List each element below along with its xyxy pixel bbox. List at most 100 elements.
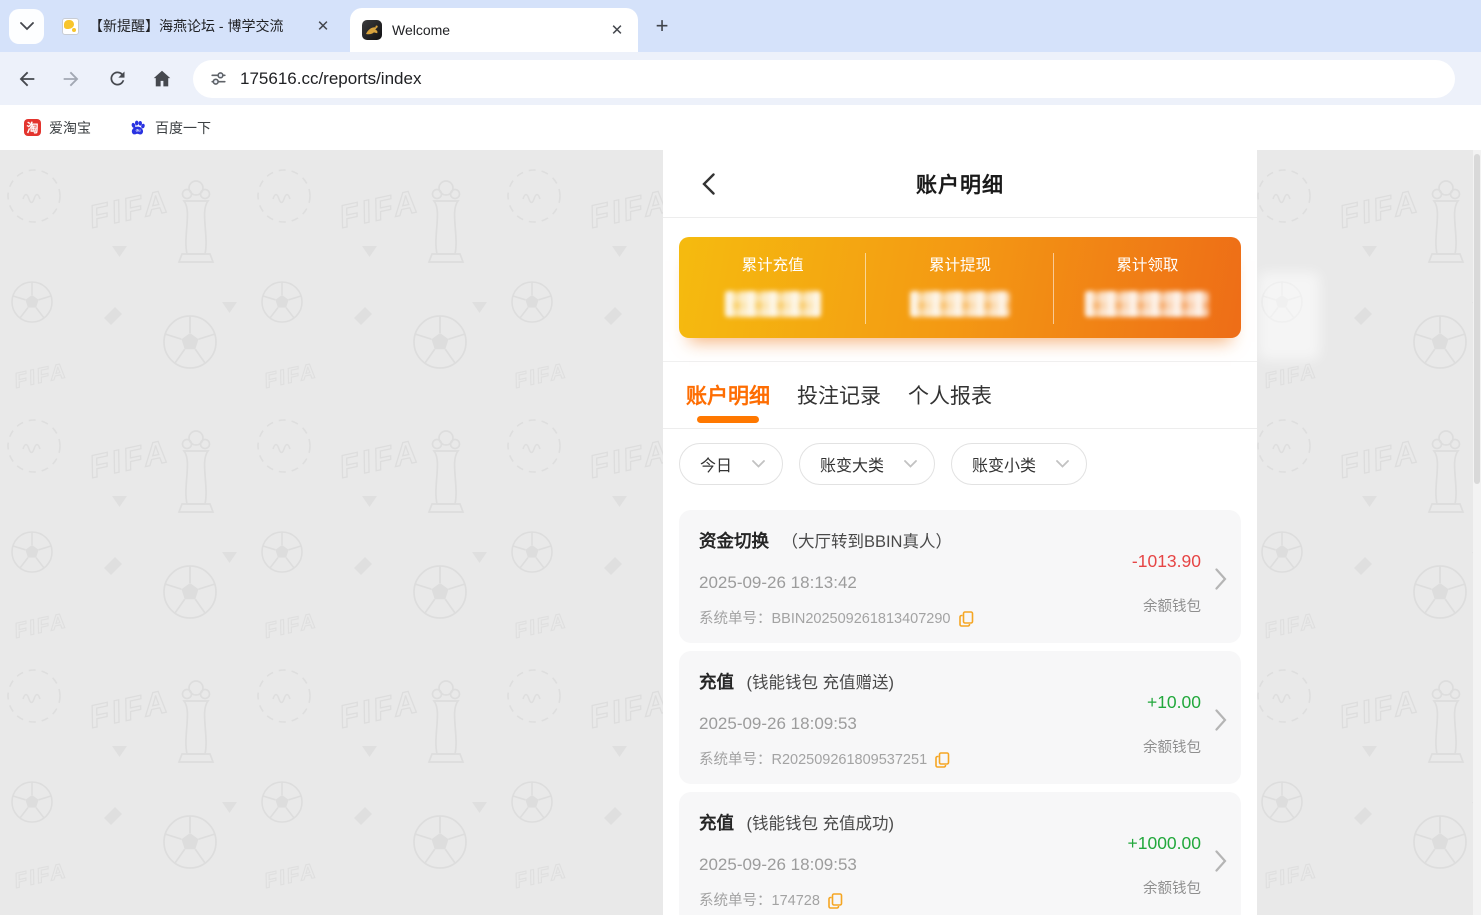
tab-close-icon[interactable]: ✕	[314, 17, 332, 35]
transaction-row[interactable]: 充值 (钱能钱包 充值成功) 2025-09-26 18:09:53 系统单号：…	[679, 792, 1241, 915]
row-chevron[interactable]	[1201, 670, 1227, 784]
filter-minor-category-dropdown[interactable]: 账变小类	[951, 443, 1087, 485]
back-button[interactable]	[10, 62, 44, 96]
transaction-row[interactable]: 充值 (钱能钱包 充值赠送) 2025-09-26 18:09:53 系统单号：…	[679, 651, 1241, 784]
transaction-type: 充值	[699, 813, 734, 833]
transaction-amount: +10.00	[1069, 690, 1201, 714]
transaction-datetime: 2025-09-26 18:09:53	[699, 853, 1069, 877]
transaction-row[interactable]: 资金切换 （大厅转到BBIN真人） 2025-09-26 18:13:42 系统…	[679, 510, 1241, 643]
blurred-overlay-artifact	[1258, 272, 1320, 360]
tab-strip: 【新提醒】海燕论坛 - 博学交流 ✕ Welcome ✕ +	[0, 0, 1481, 52]
tab-personal-report[interactable]: 个人报表	[908, 362, 992, 428]
new-tab-button[interactable]: +	[648, 12, 676, 40]
order-number: 174728	[772, 891, 820, 911]
report-tabs: 账户明细 投注记录 个人报表	[663, 362, 1257, 429]
scrollbar-thumb[interactable]	[1474, 154, 1480, 484]
masked-value	[1085, 291, 1209, 317]
summary-section: 累计充值 累计提现 累计领取	[663, 218, 1257, 362]
order-label: 系统单号：	[699, 891, 772, 911]
summary-col-claim: 累计领取	[1054, 237, 1241, 338]
filter-label: 账变小类	[972, 452, 1036, 476]
arrow-left-icon	[16, 68, 38, 90]
browser-toolbar: 175616.cc/reports/index	[0, 52, 1481, 105]
order-number: R202509261809537251	[772, 750, 928, 770]
tab-bet-records[interactable]: 投注记录	[797, 362, 881, 428]
transaction-amount-block: +10.00 余额钱包	[1069, 670, 1201, 784]
url-bar[interactable]: 175616.cc/reports/index	[193, 60, 1455, 98]
transaction-datetime: 2025-09-26 18:09:53	[699, 712, 1069, 736]
tab-title: Welcome	[392, 22, 608, 38]
summary-label: 累计领取	[1054, 255, 1241, 277]
tab-account-detail[interactable]: 账户明细	[686, 362, 770, 428]
bookmark-aitaobao[interactable]: 淘 爱淘宝	[16, 114, 99, 142]
transaction-note: （大厅转到BBIN真人）	[781, 533, 952, 551]
forum-favicon-icon	[62, 18, 79, 35]
filter-label: 今日	[700, 452, 732, 476]
wallet-label: 余额钱包	[1069, 595, 1201, 616]
transaction-type: 资金切换	[699, 531, 769, 551]
wallet-label: 余额钱包	[1069, 736, 1201, 757]
transaction-info: 充值 (钱能钱包 充值赠送) 2025-09-26 18:09:53 系统单号：…	[699, 670, 1069, 784]
transaction-type: 充值	[699, 672, 734, 692]
row-chevron[interactable]	[1201, 811, 1227, 915]
chevron-right-icon	[1215, 850, 1227, 872]
svg-text:du: du	[136, 127, 141, 132]
filter-row: 今日 账变大类 账变小类	[663, 429, 1257, 510]
order-label: 系统单号：	[699, 750, 772, 770]
masked-value	[910, 291, 1010, 317]
tab-welcome[interactable]: Welcome ✕	[350, 8, 638, 52]
bookmarks-bar: 淘 爱淘宝 du 百度一下	[0, 105, 1481, 150]
order-number: BBIN202509261813407290	[772, 609, 951, 629]
copy-icon[interactable]	[959, 611, 974, 627]
summary-col-withdraw: 累计提现	[866, 237, 1053, 338]
home-icon	[151, 68, 173, 90]
transaction-amount-block: +1000.00 余额钱包	[1069, 811, 1201, 915]
chevron-right-icon	[1215, 568, 1227, 590]
welcome-favicon-icon	[362, 20, 382, 40]
filter-date-dropdown[interactable]: 今日	[679, 443, 783, 485]
transaction-amount: +1000.00	[1069, 831, 1201, 855]
forward-button[interactable]	[54, 62, 88, 96]
chevron-down-icon	[752, 460, 765, 468]
reload-button[interactable]	[100, 62, 134, 96]
chevron-down-icon	[904, 460, 917, 468]
summary-label: 累计充值	[679, 255, 866, 277]
copy-icon[interactable]	[828, 893, 843, 909]
transaction-info: 充值 (钱能钱包 充值成功) 2025-09-26 18:09:53 系统单号：…	[699, 811, 1069, 915]
reload-icon	[107, 68, 128, 89]
row-chevron[interactable]	[1201, 529, 1227, 643]
summary-label: 累计提现	[866, 255, 1053, 277]
back-button[interactable]	[691, 150, 725, 218]
transaction-amount: -1013.90	[1069, 549, 1201, 573]
order-label: 系统单号：	[699, 609, 772, 629]
tab-title: 【新提醒】海燕论坛 - 博学交流	[89, 16, 314, 36]
transaction-list: 资金切换 （大厅转到BBIN真人） 2025-09-26 18:13:42 系统…	[663, 510, 1257, 915]
bookmark-label: 爱淘宝	[49, 118, 91, 138]
transaction-datetime: 2025-09-26 18:13:42	[699, 571, 1069, 595]
home-button[interactable]	[145, 62, 179, 96]
tab-close-icon[interactable]: ✕	[608, 21, 626, 39]
bookmark-baidu[interactable]: du 百度一下	[121, 114, 219, 142]
site-settings-icon[interactable]	[209, 69, 228, 88]
masked-value	[725, 291, 821, 317]
taobao-icon: 淘	[24, 119, 41, 136]
wallet-label: 余额钱包	[1069, 877, 1201, 898]
chevron-left-icon	[702, 173, 715, 195]
transaction-note: (钱能钱包 充值赠送)	[746, 674, 894, 692]
transaction-info: 资金切换 （大厅转到BBIN真人） 2025-09-26 18:13:42 系统…	[699, 529, 1069, 643]
url-text[interactable]: 175616.cc/reports/index	[240, 69, 421, 89]
summary-card: 累计充值 累计提现 累计领取	[679, 237, 1241, 338]
page-scrollbar[interactable]	[1473, 150, 1481, 915]
filter-major-category-dropdown[interactable]: 账变大类	[799, 443, 935, 485]
baidu-paw-icon: du	[129, 119, 147, 137]
page-header: 账户明细	[663, 150, 1257, 218]
summary-col-deposit: 累计充值	[679, 237, 866, 338]
arrow-right-icon	[60, 68, 82, 90]
chevron-down-icon	[1056, 460, 1069, 468]
web-page: FIFA	[0, 150, 1481, 915]
bookmark-label: 百度一下	[155, 118, 211, 138]
transaction-amount-block: -1013.90 余额钱包	[1069, 529, 1201, 643]
copy-icon[interactable]	[935, 752, 950, 768]
tab-search-button[interactable]	[9, 9, 44, 44]
tab-forum[interactable]: 【新提醒】海燕论坛 - 博学交流 ✕	[52, 0, 342, 52]
